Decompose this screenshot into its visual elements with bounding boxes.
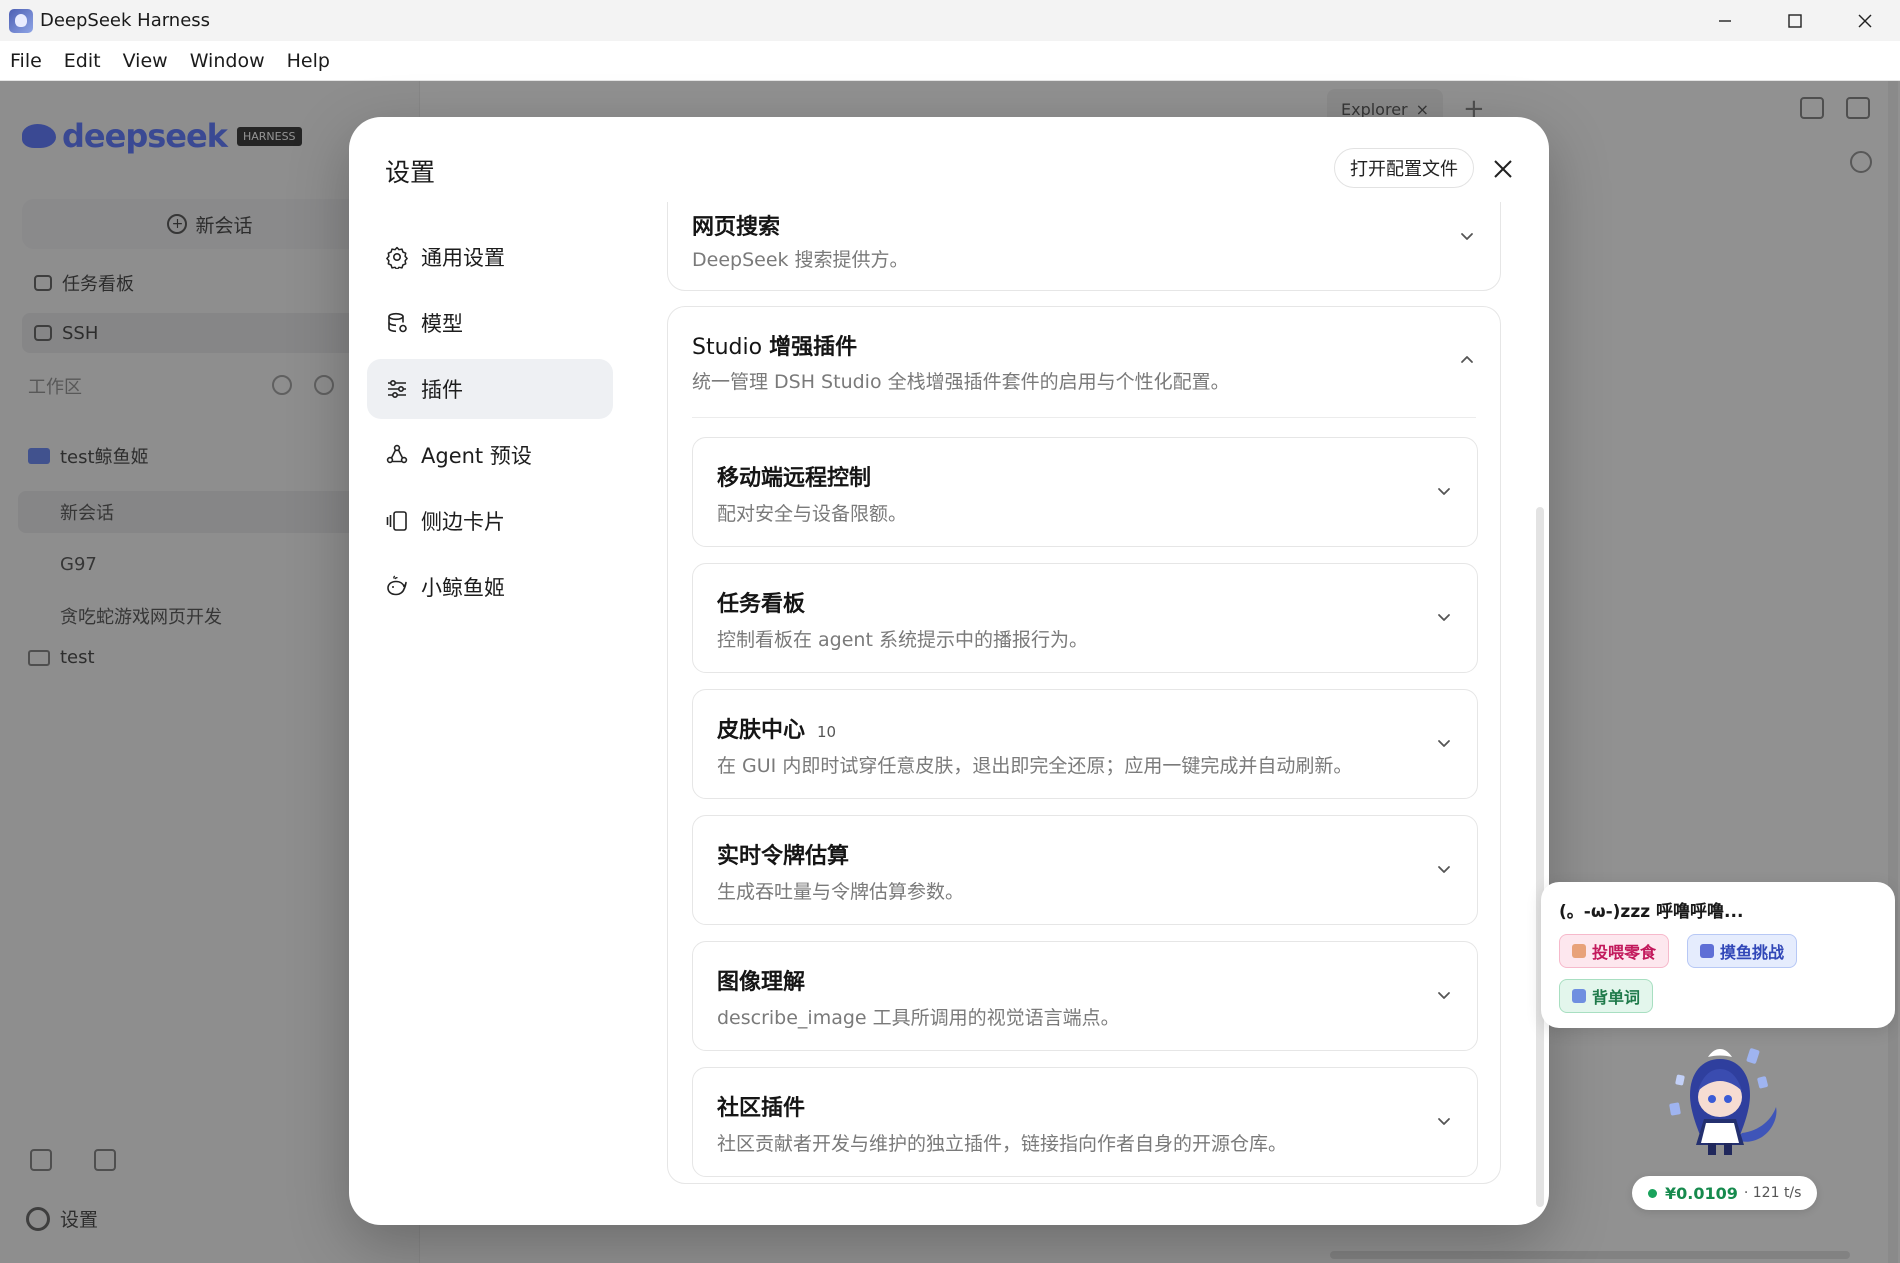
card-title: Studio 增强插件: [692, 329, 857, 361]
abc-icon: [1572, 989, 1586, 1003]
web-search-card[interactable]: 网页搜索 DeepSeek 搜索提供方。: [667, 202, 1501, 291]
button-label: 背单词: [1592, 988, 1641, 1007]
minimize-icon: [1719, 19, 1731, 22]
nav-general[interactable]: 通用设置: [367, 227, 613, 287]
menu-window[interactable]: Window: [188, 46, 267, 76]
mascot-message: (。-ω-)zzz 呼噜呼噜...: [1559, 902, 1744, 922]
chevron-down-icon[interactable]: [1435, 482, 1453, 500]
card-desc: 统一管理 DSH Studio 全栈增强插件套件的启用与个性化配置。: [692, 371, 1230, 393]
card-title-prefix: Studio: [692, 335, 763, 360]
nav-label: Agent 预设: [421, 444, 532, 468]
nav-label: 通用设置: [421, 246, 505, 270]
nav-models[interactable]: 模型: [367, 293, 613, 353]
chevron-down-icon[interactable]: [1435, 860, 1453, 878]
nav-label: 插件: [421, 378, 463, 402]
button-label: 摸鱼挑战: [1720, 943, 1785, 962]
maximize-button[interactable]: [1760, 0, 1830, 41]
plugin-desc: describe_image 工具所调用的视觉语言端点。: [717, 1007, 1120, 1029]
plugin-desc: 生成吞吐量与令牌估算参数。: [717, 881, 965, 903]
button-label: 投喂零食: [1592, 943, 1657, 962]
close-icon: [1858, 14, 1872, 27]
whale-icon: [385, 575, 409, 599]
chevron-down-icon[interactable]: [1435, 608, 1453, 626]
plugin-desc: 控制看板在 agent 系统提示中的播报行为。: [717, 629, 1088, 651]
plugin-desc: 在 GUI 内即时试穿任意皮肤，退出即完全还原；应用一键完成并自动刷新。: [717, 755, 1353, 777]
studio-plugins-card: Studio 增强插件 统一管理 DSH Studio 全栈增强插件套件的启用与…: [667, 306, 1501, 1184]
plugin-token-estimate[interactable]: 实时令牌估算 生成吞吐量与令牌估算参数。: [692, 815, 1478, 925]
plugin-task-board[interactable]: 任务看板 控制看板在 agent 系统提示中的播报行为。: [692, 563, 1478, 673]
dialog-close-button[interactable]: [1486, 152, 1520, 186]
menu-bar: File Edit View Window Help: [0, 41, 1900, 81]
open-config-button[interactable]: 打开配置文件: [1334, 148, 1474, 188]
plugin-title: 社区插件: [717, 1096, 806, 1121]
plugin-title: 图像理解: [717, 970, 806, 995]
nav-whale-girl[interactable]: 小鲸鱼姬: [367, 557, 613, 617]
menu-edit[interactable]: Edit: [62, 46, 103, 76]
plugin-count-badge: 10: [817, 723, 837, 741]
nav-plugins[interactable]: 插件: [367, 359, 613, 419]
settings-dialog: 设置 打开配置文件 通用设置 模型 插件 Agent 预设 侧边卡片 小鲸鱼姬 …: [349, 117, 1549, 1225]
minimize-button[interactable]: [1690, 0, 1760, 41]
divider: [692, 417, 1476, 418]
menu-help[interactable]: Help: [285, 46, 332, 76]
plugin-title: 皮肤中心 10: [717, 718, 837, 743]
dialog-scrollbar[interactable]: [1536, 507, 1544, 1207]
plugin-mobile-remote[interactable]: 移动端远程控制 配对安全与设备限额。: [692, 437, 1478, 547]
agent-icon: [385, 443, 409, 467]
feed-snack-button[interactable]: 投喂零食: [1559, 934, 1670, 968]
card-desc: DeepSeek 搜索提供方。: [692, 249, 909, 271]
nav-agent-presets[interactable]: Agent 预设: [367, 425, 613, 485]
database-icon: [385, 311, 409, 335]
menu-file[interactable]: File: [8, 46, 44, 76]
title-bar: DeepSeek Harness: [0, 0, 1900, 41]
snack-icon: [1572, 944, 1586, 958]
window-controls: [1690, 0, 1900, 41]
vocabulary-button[interactable]: 背单词: [1559, 979, 1654, 1013]
window-title: DeepSeek Harness: [40, 10, 211, 31]
chevron-down-icon[interactable]: [1435, 1112, 1453, 1130]
menu-view[interactable]: View: [121, 46, 170, 76]
chevron-up-icon[interactable]: [1458, 351, 1476, 369]
mascot-speech-bubble: (。-ω-)zzz 呼噜呼噜... 投喂零食 摸鱼挑战 背单词: [1541, 882, 1895, 1028]
plugin-title: 移动端远程控制: [717, 466, 872, 491]
plugin-title: 任务看板: [717, 592, 806, 617]
nav-label: 侧边卡片: [421, 510, 505, 534]
plugin-desc: 配对安全与设备限额。: [717, 503, 908, 525]
plugin-community[interactable]: 社区插件 社区贡献者开发与维护的独立插件，链接指向作者自身的开源仓库。: [692, 1067, 1478, 1177]
plugin-image-understanding[interactable]: 图像理解 describe_image 工具所调用的视觉语言端点。: [692, 941, 1478, 1051]
settings-content: 网页搜索 DeepSeek 搜索提供方。 Studio 增强插件 统一管理 DS…: [667, 202, 1503, 1225]
plugin-desc: 社区贡献者开发与维护的独立插件，链接指向作者自身的开源仓库。: [717, 1133, 1288, 1155]
nav-label: 小鲸鱼姬: [421, 576, 505, 600]
chevron-down-icon[interactable]: [1435, 734, 1453, 752]
status-dot: [1648, 1188, 1657, 1198]
chevron-down-icon[interactable]: [1458, 227, 1476, 245]
gamepad-icon: [1700, 944, 1714, 958]
whale-girl-mascot[interactable]: [1650, 1035, 1786, 1161]
plugin-title: 实时令牌估算: [717, 844, 850, 869]
settings-nav: 通用设置 模型 插件 Agent 预设 侧边卡片 小鲸鱼姬: [367, 227, 613, 623]
maximize-icon: [1788, 13, 1802, 28]
close-icon: [1494, 160, 1512, 178]
plugin-skin-center[interactable]: 皮肤中心 10 在 GUI 内即时试穿任意皮肤，退出即完全还原；应用一键完成并自动…: [692, 689, 1478, 799]
dialog-title: 设置: [385, 158, 436, 187]
gear-icon: [385, 245, 409, 269]
cost-value: ¥0.0109: [1665, 1183, 1738, 1203]
nav-side-cards[interactable]: 侧边卡片: [367, 491, 613, 551]
side-card-icon: [385, 509, 409, 533]
sliders-icon: [385, 377, 409, 401]
card-title: 网页搜索: [692, 215, 781, 240]
token-rate: · 121 t/s: [1743, 1185, 1802, 1201]
app-icon: [9, 8, 33, 33]
close-window-button[interactable]: [1830, 0, 1900, 41]
chevron-down-icon[interactable]: [1435, 986, 1453, 1004]
slacking-challenge-button[interactable]: 摸鱼挑战: [1687, 934, 1798, 968]
nav-label: 模型: [421, 312, 463, 336]
card-title-main: 增强插件: [769, 335, 858, 360]
token-cost-indicator[interactable]: ¥0.0109 · 121 t/s: [1632, 1176, 1818, 1210]
